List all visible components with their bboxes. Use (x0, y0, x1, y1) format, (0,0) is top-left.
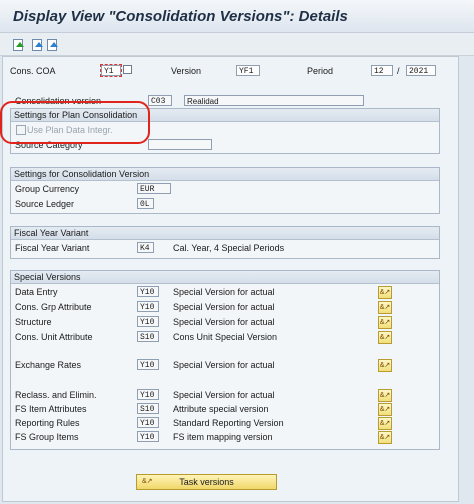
sap-window: Display View "Consolidation Versions": D… (0, 0, 474, 504)
select-version-icon[interactable]: &↗ (378, 431, 392, 444)
special-version-desc: Standard Reporting Version (173, 418, 284, 428)
group-currency-field[interactable]: EUR (137, 183, 171, 194)
special-version-field[interactable]: Y10 (137, 431, 159, 442)
special-version-desc: Cons Unit Special Version (173, 332, 278, 342)
special-version-label: Data Entry (15, 287, 58, 297)
special-version-desc: Special Version for actual (173, 302, 275, 312)
period-separator: / (397, 66, 400, 76)
select-version-icon[interactable]: &↗ (378, 316, 392, 329)
special-version-field[interactable]: S10 (137, 403, 159, 414)
cv-settings-title: Settings for Consolidation Version (11, 168, 439, 181)
task-versions-button[interactable]: &↗ Task versions (136, 474, 277, 490)
special-version-field[interactable]: Y10 (137, 316, 159, 327)
consolidation-version-desc: Realidad (184, 95, 364, 106)
group-currency-label: Group Currency (15, 184, 80, 194)
toolbar (0, 33, 474, 56)
highlight-annotation (0, 101, 150, 144)
version-label: Version (171, 66, 202, 76)
period-label: Period (307, 66, 334, 76)
source-ledger-field[interactable]: 0L (137, 198, 154, 209)
other-entry-icon[interactable] (12, 37, 24, 51)
select-version-icon[interactable]: &↗ (378, 403, 392, 416)
fiscal-year-variant-title: Fiscal Year Variant (11, 227, 439, 240)
select-version-icon[interactable]: &↗ (378, 359, 392, 372)
special-version-label: Structure (15, 317, 52, 327)
special-version-label: Reclass. and Elimin. (15, 390, 97, 400)
cons-coa-field[interactable]: Y1 (100, 64, 122, 77)
special-version-field[interactable]: S10 (137, 331, 159, 342)
special-version-desc: Special Version for actual (173, 360, 275, 370)
special-version-desc: Attribute special version (173, 404, 269, 414)
period-field[interactable]: 12 (371, 65, 393, 76)
fiscal-year-variant-desc: Cal. Year, 4 Special Periods (173, 243, 285, 253)
coa-value-help-icon[interactable] (123, 65, 132, 74)
source-category-field[interactable] (148, 139, 212, 150)
special-version-label: Reporting Rules (15, 418, 80, 428)
select-version-icon[interactable]: &↗ (378, 301, 392, 314)
previous-entry-icon[interactable] (31, 37, 43, 51)
next-entry-icon[interactable] (46, 37, 58, 51)
special-version-desc: Special Version for actual (173, 317, 275, 327)
task-versions-label: Task versions (179, 477, 234, 487)
special-versions-title: Special Versions (11, 271, 439, 284)
special-version-label: Cons. Unit Attribute (15, 332, 93, 342)
special-version-field[interactable]: Y10 (137, 389, 159, 400)
consolidation-version-code[interactable]: C03 (148, 95, 172, 106)
special-version-desc: Special Version for actual (173, 390, 275, 400)
select-version-icon[interactable]: &↗ (378, 331, 392, 344)
special-version-field[interactable]: Y10 (137, 286, 159, 297)
special-version-field[interactable]: Y10 (137, 301, 159, 312)
select-version-icon[interactable]: &↗ (378, 389, 392, 402)
select-version-icon[interactable]: &↗ (378, 286, 392, 299)
special-version-label: FS Group Items (15, 432, 79, 442)
fiscal-year-variant-label: Fiscal Year Variant (15, 243, 90, 253)
cons-coa-label: Cons. COA (10, 66, 56, 76)
special-version-label: Cons. Grp Attribute (15, 302, 92, 312)
fiscal-year-field[interactable]: 2021 (406, 65, 436, 76)
fiscal-year-variant-field[interactable]: K4 (137, 242, 154, 253)
title-bar: Display View "Consolidation Versions": D… (0, 0, 474, 33)
special-version-label: FS Item Attributes (15, 404, 87, 414)
version-field[interactable]: YF1 (236, 65, 260, 76)
page-title: Display View "Consolidation Versions": D… (13, 8, 348, 25)
special-version-field[interactable]: Y10 (137, 417, 159, 428)
source-ledger-label: Source Ledger (15, 199, 75, 209)
special-version-desc: Special Version for actual (173, 287, 275, 297)
select-version-icon[interactable]: &↗ (378, 417, 392, 430)
special-version-label: Exchange Rates (15, 360, 82, 370)
special-version-field[interactable]: Y10 (137, 359, 159, 370)
special-version-desc: FS item mapping version (173, 432, 273, 442)
